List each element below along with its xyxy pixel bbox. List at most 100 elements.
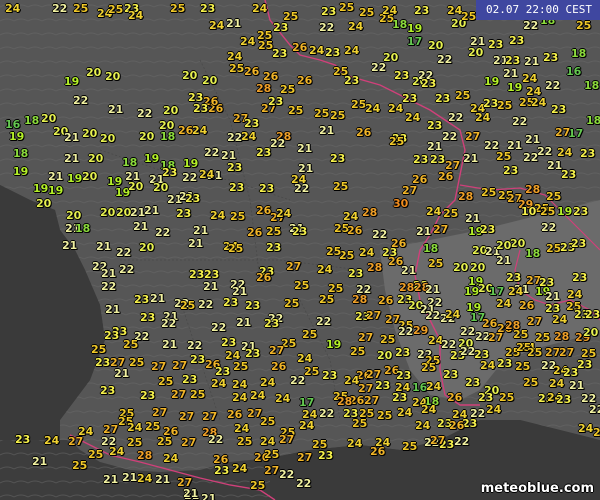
temperature-label: 25 [228, 242, 244, 255]
temperature-label: 24 [415, 419, 431, 432]
temperature-label: 24 [426, 380, 442, 393]
temperature-label: 21 [524, 55, 540, 68]
temperature-label: 22 [208, 433, 224, 446]
temperature-label: 23 [134, 293, 150, 306]
temperature-label: 24 [227, 50, 243, 63]
temperature-label: 23 [162, 166, 178, 179]
temperature-label: 24 [486, 403, 502, 416]
temperature-label: 22 [512, 115, 528, 128]
temperature-label: 23 [140, 389, 156, 402]
temperature-label: 28 [458, 190, 474, 203]
temperature-label: 23 [185, 192, 201, 205]
temperature-label: 17 [407, 35, 423, 48]
temperature-label: 24 [199, 168, 215, 181]
temperature-label: 22 [187, 339, 203, 352]
temperature-label: 24 [44, 434, 60, 447]
temperature-label: 18 [13, 147, 29, 160]
brand-logo[interactable]: meteoblue.com [481, 481, 594, 496]
temperature-label: 21 [155, 473, 171, 486]
temperature-label: 25 [284, 297, 300, 310]
temperature-label: 21 [64, 152, 80, 165]
temperature-label: 24 [348, 20, 364, 33]
temperature-label: 25 [233, 360, 249, 373]
temperature-label: 23 [392, 391, 408, 404]
temperature-label: 19 [507, 81, 523, 94]
temperature-label: 25 [72, 459, 88, 472]
temperature-label: 22 [372, 228, 388, 241]
temperature-label: 23 [325, 46, 341, 59]
temperature-label: 25 [497, 99, 513, 112]
temperature-label: 20 [128, 180, 144, 193]
temperature-label: 21 [525, 133, 541, 146]
temperature-label: 20 [496, 239, 512, 252]
temperature-label: 21 [48, 170, 64, 183]
temperature-label: 24 [549, 377, 565, 390]
temperature-label: 23 [244, 117, 260, 130]
temperature-label: 27 [297, 451, 313, 464]
temperature-label: 19 [33, 182, 49, 195]
temperature-label: 25 [443, 207, 459, 220]
temperature-label: 22 [319, 21, 335, 34]
temperature-label: 29 [413, 324, 429, 337]
temperature-label: 25 [88, 448, 104, 461]
temperature-label: 18 [122, 156, 138, 169]
temperature-label: 24 [240, 35, 256, 48]
temperature-label: 23 [204, 268, 220, 281]
temperature-label: 20 [139, 241, 155, 254]
temperature-label: 26 [447, 391, 463, 404]
temperature-label: 25 [129, 356, 145, 369]
temperature-label: 24 [359, 246, 375, 259]
temperature-label: 25 [515, 360, 531, 373]
temperature-label: 27 [559, 346, 575, 359]
temperature-label: 24 [388, 102, 404, 115]
temperature-label: 22 [460, 325, 476, 338]
temperature-label: 23 [505, 54, 521, 67]
temperature-label: 22 [545, 79, 561, 92]
temperature-label: 22 [523, 151, 539, 164]
temperature-label: 19 [48, 184, 64, 197]
temperature-label: 21 [105, 303, 121, 316]
temperature-label: 23 [414, 4, 430, 17]
temperature-label: 25 [481, 186, 497, 199]
temperature-label: 25 [339, 1, 355, 14]
temperature-label: 22 [589, 403, 600, 416]
temperature-label: 23 [465, 376, 481, 389]
temperature-label: 25 [593, 426, 600, 439]
temperature-label: 24 [299, 419, 315, 432]
temperature-label: 25 [260, 415, 276, 428]
temperature-label: 24 [192, 124, 208, 137]
temperature-label: 25 [527, 346, 543, 359]
temperature-label: 23 [223, 296, 239, 309]
temperature-label: 19 [557, 205, 573, 218]
temperature-label: 26 [271, 360, 287, 373]
temperature-label: 27 [358, 331, 374, 344]
temperature-label: 25 [496, 150, 512, 163]
temperature-label: 23 [330, 152, 346, 165]
temperature-label: 23 [227, 161, 243, 174]
temperature-label: 20 [453, 261, 469, 274]
temperature-label: 25 [359, 6, 375, 19]
temperature-label: 25 [314, 107, 330, 120]
temperature-label: 23 [318, 449, 334, 462]
temperature-label: 27 [366, 309, 382, 322]
temperature-label: 20 [100, 132, 116, 145]
temperature-label: 23 [488, 38, 504, 51]
temperature-label: 20 [88, 152, 104, 165]
temperature-label: 20 [182, 69, 198, 82]
temperature-label: 23 [100, 384, 116, 397]
temperature-label: 27 [179, 410, 195, 423]
temperature-label: 22 [73, 94, 89, 107]
temperature-label: 21 [162, 338, 178, 351]
temperature-label: 28 [337, 395, 353, 408]
weather-map[interactable]: 24 22 25 24 25 23 24 25 23 24 21 24 25 23 25 23 22 25 24 25… [0, 0, 600, 500]
temperature-label: 28 [352, 293, 368, 306]
temperature-label: 20 [377, 349, 393, 362]
temperature-label: 27 [358, 382, 374, 395]
temperature-label: 20 [82, 127, 98, 140]
temperature-label: 24 [557, 146, 573, 159]
temperature-label: 19 [484, 75, 500, 88]
temperature-label: 25 [158, 375, 174, 388]
temperature-label: 24 [567, 288, 583, 301]
temperature-label: 23 [245, 347, 261, 360]
temperature-label: 23 [200, 2, 216, 15]
